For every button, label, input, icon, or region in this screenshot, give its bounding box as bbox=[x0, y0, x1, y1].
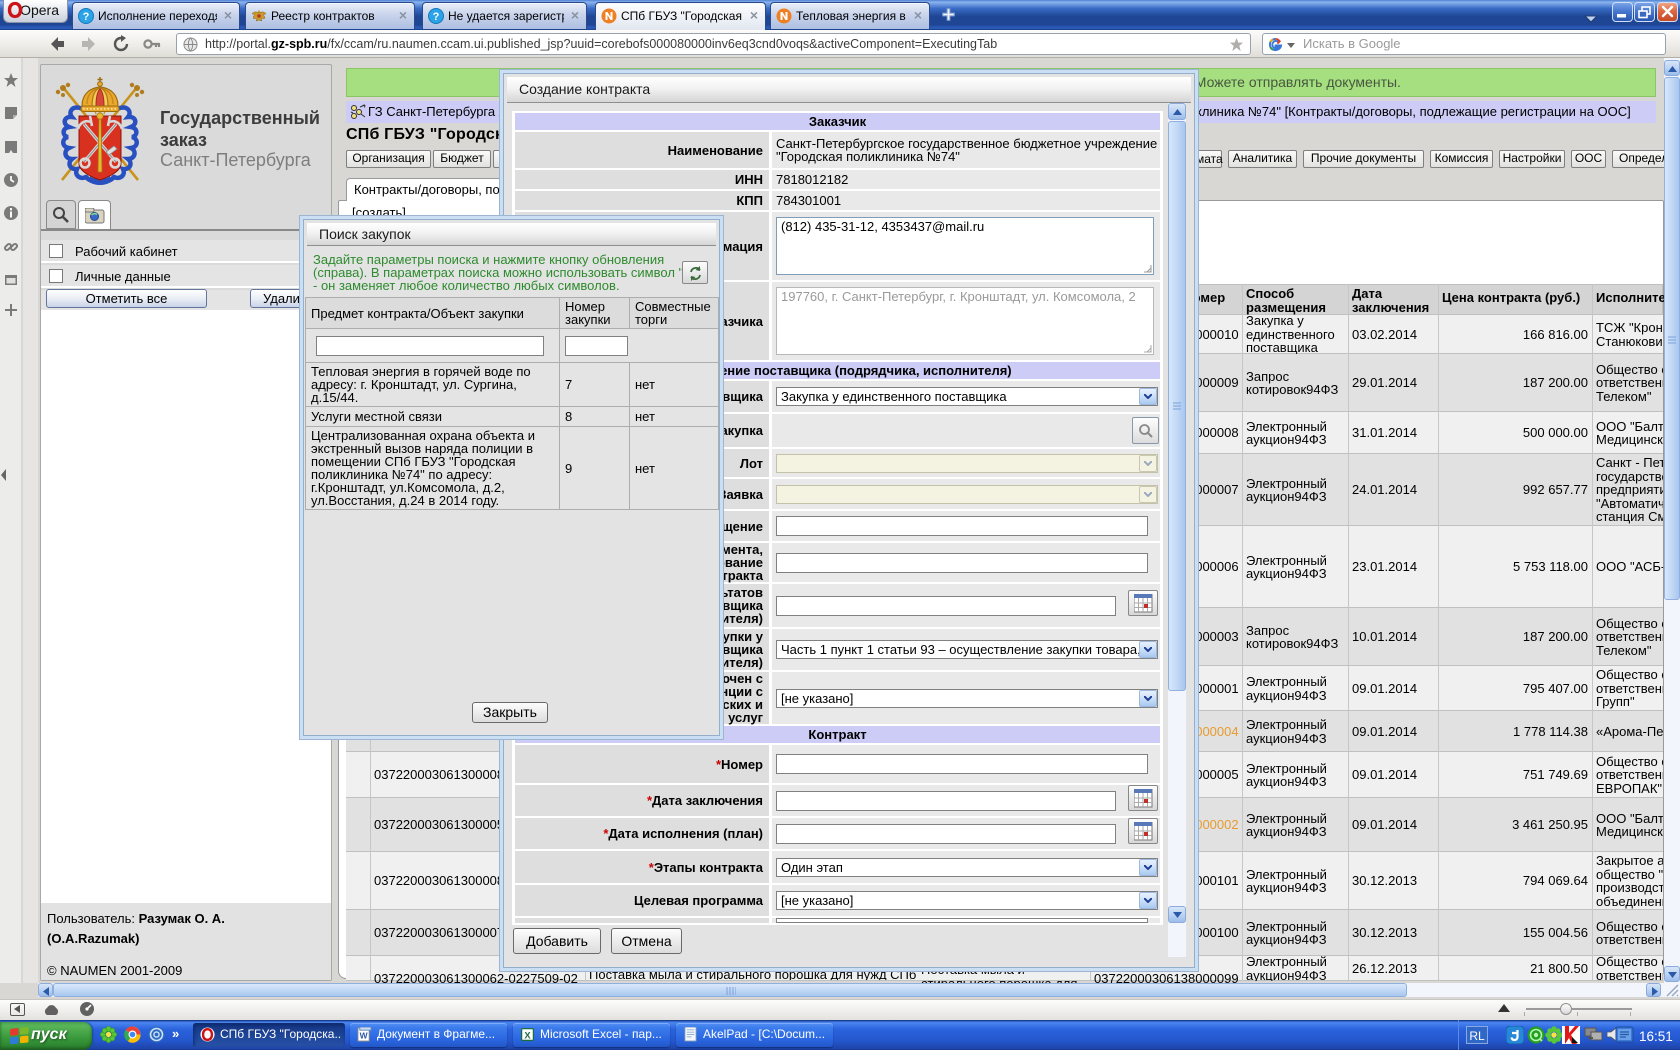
svg-text:?: ? bbox=[83, 11, 90, 23]
svg-text:W: W bbox=[360, 1030, 368, 1040]
svg-text:?: ? bbox=[433, 11, 440, 23]
svg-text:X: X bbox=[524, 1030, 531, 1040]
